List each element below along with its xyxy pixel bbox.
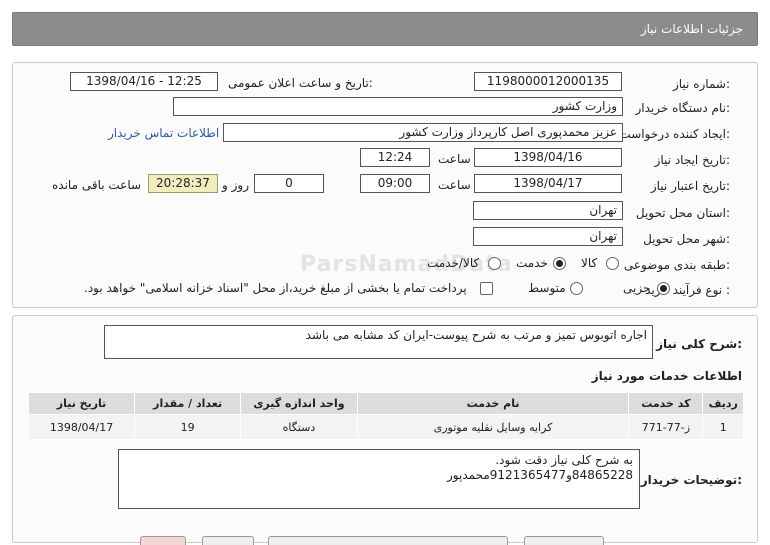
created-time-label: ساعت xyxy=(438,152,471,166)
buyer-org-field: وزارت کشور xyxy=(173,97,623,116)
category-service-radio[interactable] xyxy=(553,257,566,270)
category-goods-service-radio[interactable] xyxy=(488,257,501,270)
services-table: ردیف کد خدمت نام خدمت واحد اندازه گیری ت… xyxy=(27,392,744,440)
footer-button-1[interactable] xyxy=(140,536,186,545)
requester-label: ایجاد کننده درخواست: xyxy=(619,127,730,141)
cell-code: ز-77-771 xyxy=(628,414,704,440)
table-row: 1 ز-77-771 کرایه وسایل نقلیه موتوری دستگ… xyxy=(27,414,744,440)
buyer-notes-line2: 84865228و9121365477محمدپور xyxy=(447,468,633,482)
validity-time-field: 09:00 xyxy=(360,174,430,193)
col-quantity: تعداد / مقدار xyxy=(134,392,242,415)
validity-date-field: 1398/04/17 xyxy=(474,174,622,193)
process-minor-radio[interactable] xyxy=(657,282,670,295)
need-number-label: شماره نیاز: xyxy=(672,77,730,91)
validity-date-label: تاریخ اعتبار نیاز: xyxy=(650,179,730,193)
created-date-field: 1398/04/16 xyxy=(474,148,622,167)
validity-time-label: ساعت xyxy=(438,178,471,192)
city-field: تهران xyxy=(473,227,623,246)
buyer-org-label: نام دستگاه خریدار: xyxy=(635,101,731,115)
buyer-notes-label: توضیحات خریدار: xyxy=(640,473,742,487)
col-date: تاریخ نیاز xyxy=(27,392,136,415)
services-title: اطلاعات خدمات مورد نیاز xyxy=(591,369,742,383)
col-unit: واحد اندازه گیری xyxy=(240,392,358,415)
col-name: نام خدمت xyxy=(356,392,630,415)
contact-info-link[interactable]: اطلاعات تماس خریدار xyxy=(108,126,219,140)
buyer-notes-field: به شرح کلی نیاز دقت شود. 84865228و912136… xyxy=(118,449,640,509)
process-medium-label: متوسط xyxy=(528,281,566,295)
category-goods-label: کالا xyxy=(581,256,598,270)
category-label: طبقه بندی موضوعی: xyxy=(623,258,730,272)
footer-button-3[interactable] xyxy=(268,536,508,545)
page-title: جزئیات اطلاعات نیاز xyxy=(640,22,743,36)
province-label: استان محل تحویل: xyxy=(635,206,730,220)
payment-note: پرداخت تمام یا بخشی از مبلغ خرید،از محل … xyxy=(84,281,467,295)
cell-unit: دستگاه xyxy=(240,414,358,440)
cell-quantity: 19 xyxy=(134,414,242,440)
treasury-payment-checkbox[interactable] xyxy=(480,282,493,295)
time-remaining-field: 20:28:37 xyxy=(148,174,218,193)
province-field: تهران xyxy=(473,201,623,220)
summary-field: اجاره اتوبوس تمیز و مرتب به شرح پیوست-ای… xyxy=(104,325,653,359)
cell-row: 1 xyxy=(702,414,744,440)
col-code: کد خدمت xyxy=(628,392,704,415)
page-header: جزئیات اطلاعات نیاز xyxy=(12,12,758,46)
services-header-row: ردیف کد خدمت نام خدمت واحد اندازه گیری ت… xyxy=(27,392,744,415)
cell-name: کرایه وسایل نقلیه موتوری xyxy=(356,414,630,440)
category-goods-service-label: کالا/خدمت xyxy=(427,256,480,270)
announce-field: 1398/04/16 - 12:25 xyxy=(70,72,218,91)
process-medium-radio[interactable] xyxy=(570,282,583,295)
category-service-label: خدمت xyxy=(516,256,548,270)
summary-label: شرح کلی نیاز: xyxy=(656,337,742,351)
need-number-field: 1198000012000135 xyxy=(474,72,622,91)
footer-button-2[interactable] xyxy=(202,536,254,545)
process-minor-label: جزیی xyxy=(623,281,651,295)
created-date-label: تاریخ ایجاد نیاز: xyxy=(654,153,730,167)
col-row: ردیف xyxy=(702,392,744,415)
days-remaining-field: 0 xyxy=(254,174,324,193)
announce-label: تاریخ و ساعت اعلان عمومی: xyxy=(228,76,373,90)
time-remaining-label: ساعت باقی مانده xyxy=(52,178,142,192)
footer-button-4[interactable] xyxy=(524,536,604,545)
category-goods-radio[interactable] xyxy=(606,257,619,270)
city-label: شهر محل تحویل: xyxy=(643,232,730,246)
created-time-field: 12:24 xyxy=(360,148,430,167)
requester-field: عزیز محمدپوری اصل کارپرداز وزارت کشور xyxy=(223,123,623,142)
days-label: روز و xyxy=(222,178,249,192)
buyer-notes-line1: به شرح کلی نیاز دقت شود. xyxy=(495,453,633,467)
cell-date: 1398/04/17 xyxy=(27,414,136,440)
